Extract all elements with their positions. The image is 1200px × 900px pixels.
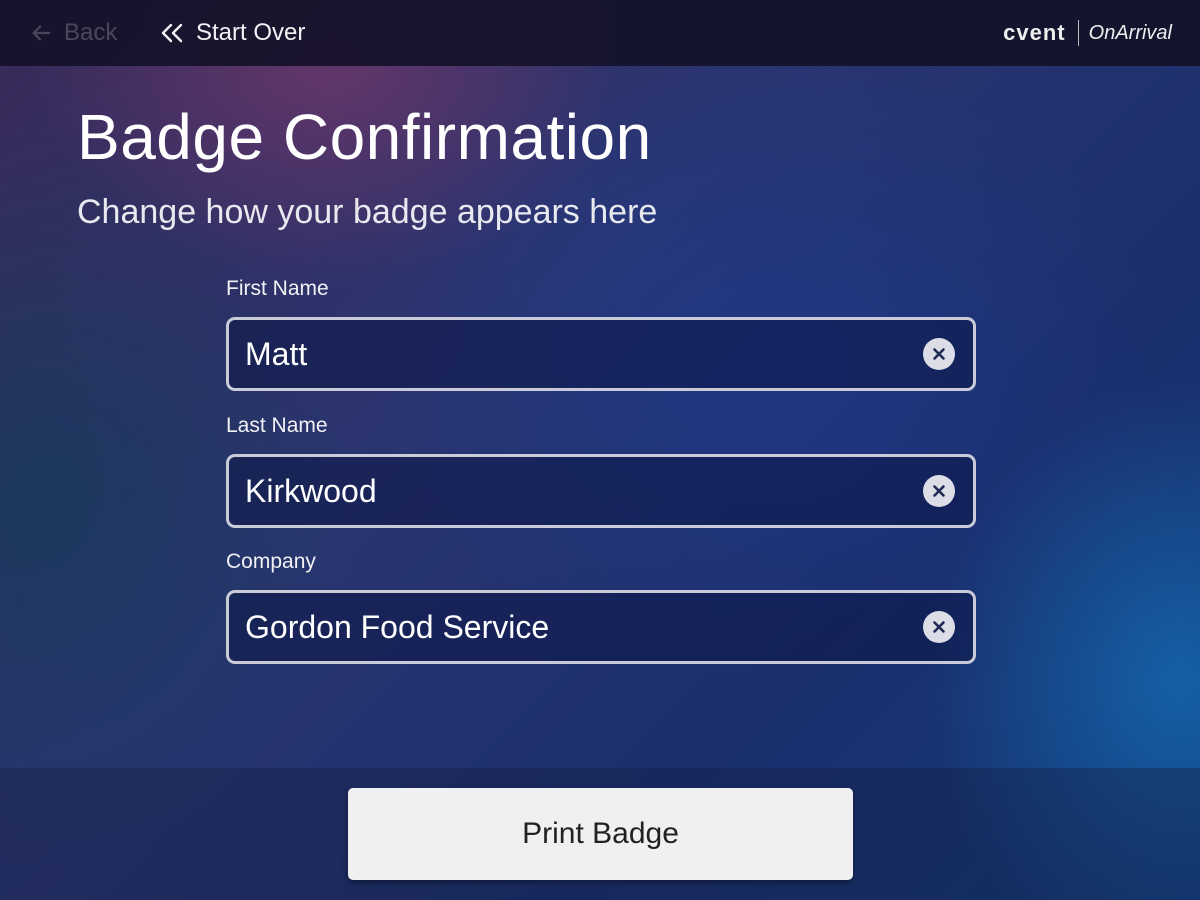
clear-icon [933, 348, 945, 360]
start-over-label: Start Over [196, 19, 306, 46]
page-subtitle: Change how your badge appears here [77, 193, 658, 231]
last-name-label: Last Name [226, 414, 328, 437]
back-button[interactable]: Back [30, 18, 117, 48]
company-clear-button[interactable] [923, 611, 955, 643]
last-name-input[interactable] [245, 457, 895, 525]
double-chevron-left-icon [161, 23, 183, 43]
start-over-button[interactable]: Start Over [160, 18, 305, 48]
arrow-left-icon [32, 25, 51, 41]
brand-name: cvent [1003, 20, 1066, 45]
first-name-input[interactable] [245, 320, 895, 388]
first-name-field [226, 317, 976, 391]
print-badge-button[interactable]: Print Badge [348, 788, 853, 880]
first-name-clear-button[interactable] [923, 338, 955, 370]
back-label: Back [64, 19, 118, 46]
brand-divider [1077, 20, 1079, 46]
first-name-label: First Name [226, 277, 329, 300]
company-field [226, 590, 976, 664]
page-title: Badge Confirmation [77, 101, 652, 173]
brand-product: OnArrival [1088, 21, 1172, 44]
company-input[interactable] [245, 593, 895, 661]
clear-icon [933, 485, 945, 497]
company-label: Company [226, 550, 316, 573]
brand-logo: cvent OnArrival [1003, 18, 1172, 48]
last-name-clear-button[interactable] [923, 475, 955, 507]
clear-icon [933, 621, 945, 633]
top-bar: Back Start Over cvent OnArrival [0, 0, 1200, 66]
last-name-field [226, 454, 976, 528]
